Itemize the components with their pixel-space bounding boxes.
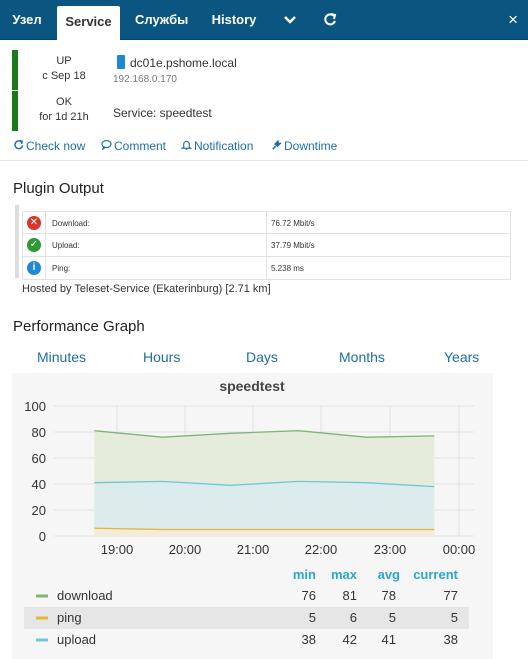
range-minutes[interactable]: Minutes [37, 349, 86, 365]
tab-service[interactable]: Service [57, 6, 120, 40]
legend-value: 38 [302, 632, 316, 647]
legend-row-highlight [24, 607, 469, 629]
check-now-button[interactable]: Check now [13, 139, 85, 153]
legend-header-avg: avg [378, 567, 400, 582]
x-tick-label: 21:00 [237, 542, 270, 557]
tab-services[interactable]: Службы [135, 0, 188, 40]
downtime-button[interactable]: Downtime [271, 139, 337, 153]
plugin-output-row: ✕ Download: 76.72 Mbit/s [22, 211, 511, 234]
legend-value: 76 [302, 588, 316, 603]
comment-button[interactable]: Comment [101, 139, 166, 153]
plugin-output-footer: Hosted by Teleset-Service (Ekaterinburg)… [22, 283, 271, 295]
chart-title: speedtest [219, 378, 285, 394]
x-tick-label: 22:00 [305, 542, 338, 557]
refresh-icon [13, 139, 24, 153]
service-state-duration: for 1d 21h [39, 111, 89, 123]
divider [0, 160, 528, 161]
host-link[interactable]: dc01e.pshome.local [117, 55, 237, 70]
y-tick-label: 0 [39, 529, 46, 544]
range-hours[interactable]: Hours [143, 349, 180, 365]
plugin-output-row: i Ping: 5.238 ms [22, 257, 511, 280]
legend-label: ping [57, 610, 82, 625]
legend-value: 78 [382, 588, 396, 603]
chevron-down-icon[interactable] [280, 0, 300, 40]
x-tick-label: 20:00 [169, 542, 202, 557]
host-state: UP [56, 55, 72, 67]
legend-value: 42 [343, 632, 357, 647]
performance-graph: speedtest 0 20 40 60 80 100 19:00 20:00 21:00 22:0… [12, 373, 493, 659]
y-tick-label: 60 [32, 451, 46, 466]
service-state: OK [56, 96, 72, 108]
plug-icon [271, 139, 282, 153]
plugin-output-row: ✓ Upload: 37.79 Mbit/s [22, 234, 511, 257]
legend-value: 77 [444, 588, 458, 603]
x-tick-label: 23:00 [374, 542, 407, 557]
tab-history[interactable]: History [211, 0, 257, 40]
performance-graph-title: Performance Graph [13, 318, 145, 335]
legend-label: download [57, 588, 113, 603]
legend-header-current: current [413, 567, 458, 582]
cross-circle-icon: ✕ [27, 216, 41, 230]
area-upload [94, 481, 435, 536]
plugin-output-value: 37.79 Mbit/s [271, 241, 315, 250]
service-name: Service: speedtest [113, 106, 212, 120]
range-days[interactable]: Days [246, 349, 278, 365]
range-months[interactable]: Months [339, 349, 385, 365]
legend-value: 38 [444, 632, 458, 647]
plugin-output-value: 76.72 Mbit/s [271, 219, 315, 228]
server-icon [117, 55, 125, 69]
y-tick-label: 100 [24, 399, 46, 414]
speedtest-chart: speedtest 0 20 40 60 80 100 19:00 20:00 21:00 22:0… [24, 378, 476, 647]
legend-value: 5 [451, 610, 458, 625]
tab-bar: Узел Service Службы History × [0, 0, 528, 40]
range-years[interactable]: Years [444, 349, 479, 365]
legend-value: 41 [382, 632, 396, 647]
service-state-indicator [12, 91, 18, 131]
close-icon[interactable]: × [508, 0, 518, 40]
host-state-since: с Sep 18 [42, 70, 86, 82]
plugin-output-label: Download: [52, 219, 90, 228]
host-ip: 192.168.0.170 [113, 74, 177, 85]
host-state-indicator [12, 50, 18, 90]
host-name: dc01e.pshome.local [130, 56, 237, 70]
plugin-output-value: 5.238 ms [271, 264, 304, 273]
legend-header-max: max [331, 567, 358, 582]
comment-icon [101, 139, 112, 153]
bell-icon [180, 139, 193, 153]
info-circle-icon: i [27, 261, 41, 275]
y-tick-label: 40 [32, 477, 46, 492]
y-tick-label: 80 [32, 425, 46, 440]
plugin-output-title: Plugin Output [13, 180, 104, 197]
legend-value: 5 [309, 610, 316, 625]
x-tick-label: 19:00 [101, 542, 134, 557]
notification-button[interactable]: Notification [180, 139, 253, 153]
plugin-output-label: Upload: [52, 241, 80, 250]
plugin-output-bar [15, 205, 19, 278]
plugin-output-label: Ping: [52, 264, 71, 273]
legend-value: 5 [389, 610, 396, 625]
refresh-icon[interactable] [320, 0, 340, 40]
legend-value: 81 [343, 588, 357, 603]
legend-header-min: min [293, 567, 316, 582]
x-tick-label: 00:00 [443, 542, 476, 557]
tab-node[interactable]: Узел [12, 0, 42, 40]
legend-value: 6 [350, 610, 357, 625]
y-tick-label: 20 [32, 503, 46, 518]
legend-label: upload [57, 632, 96, 647]
check-circle-icon: ✓ [27, 238, 41, 252]
